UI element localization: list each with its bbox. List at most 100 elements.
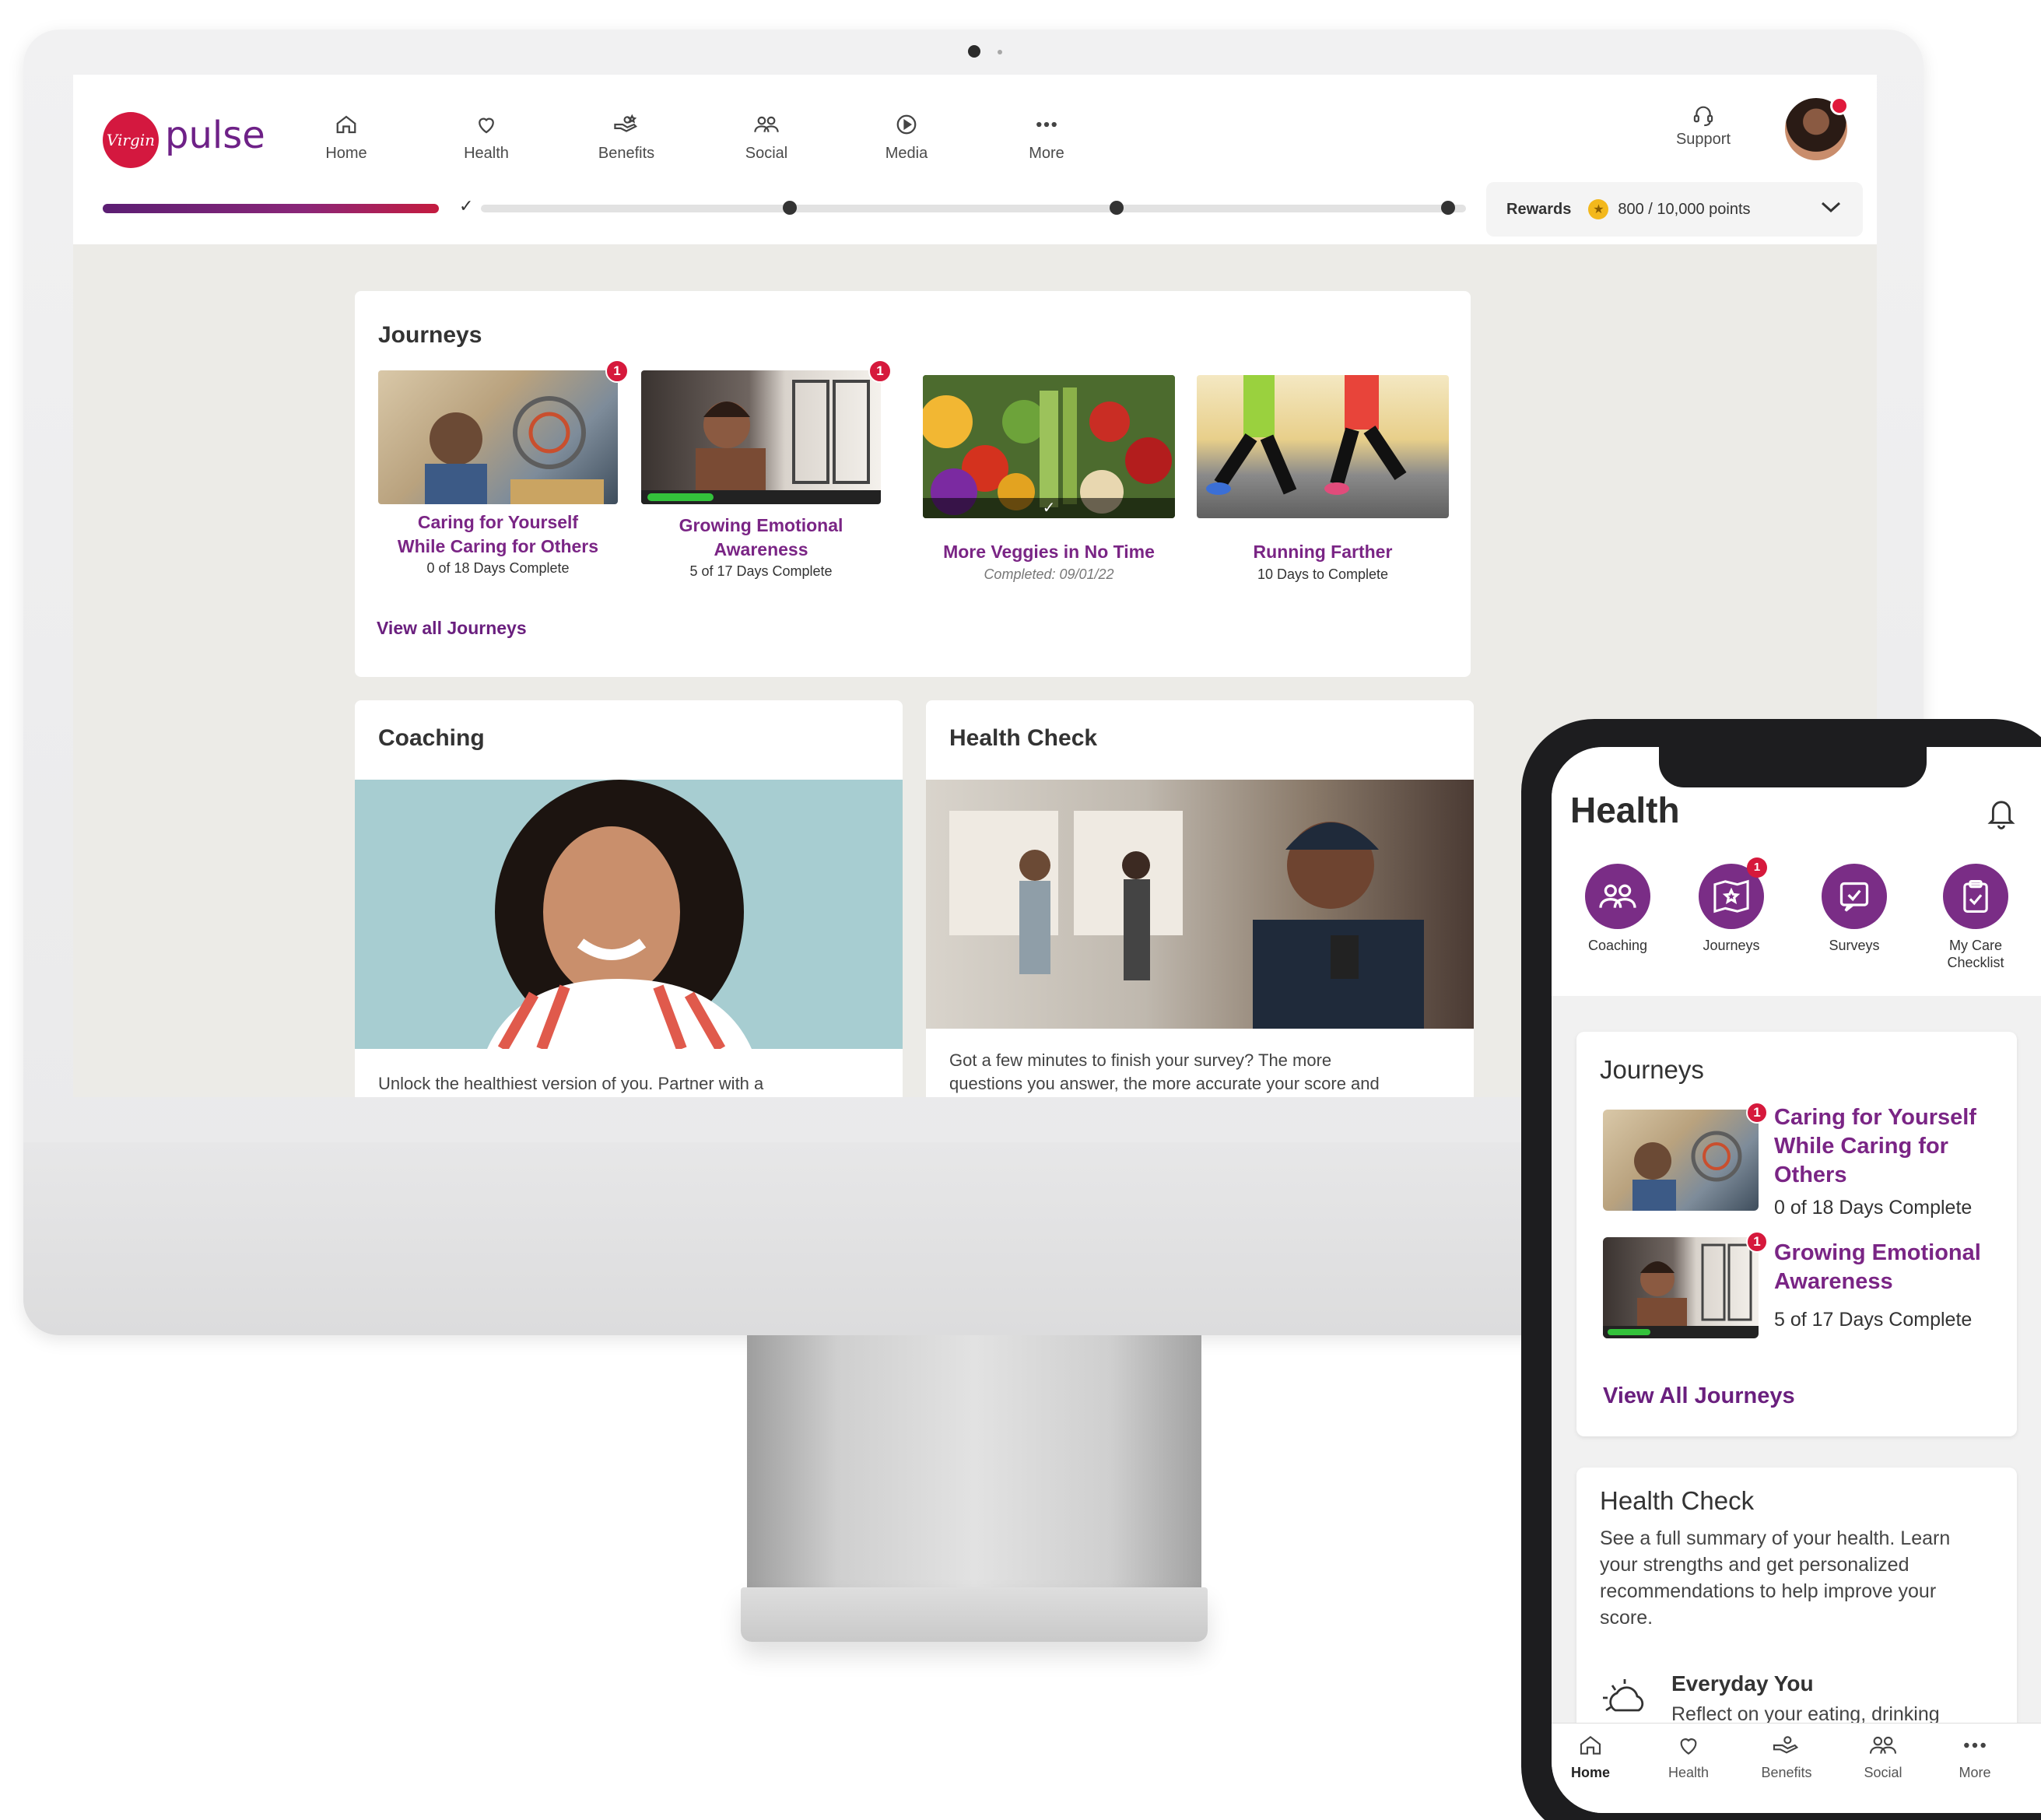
journey-progress-fill xyxy=(1608,1329,1650,1335)
phone-screen: Health Coaching 1 Journeys Surveys My Ca… xyxy=(1552,747,2041,1813)
nav-item-media[interactable]: Media xyxy=(848,109,965,163)
more-dots-icon xyxy=(1936,1733,2014,1762)
journey-image-veggies[interactable]: ✓ xyxy=(923,375,1175,518)
journey-title[interactable]: Caring for Yourself While Caring for Oth… xyxy=(1774,1103,2008,1190)
coaching-card: Coaching Unlock the healthiest version o… xyxy=(355,700,903,1097)
camera-icon xyxy=(968,45,980,58)
journey-title[interactable]: Growing Emotional Awareness xyxy=(626,514,896,562)
notification-badge: 1 xyxy=(1746,1102,1768,1124)
health-check-title: Health Check xyxy=(949,725,1098,751)
tab-more[interactable]: More xyxy=(1936,1733,2014,1781)
journey-map-icon: 1 xyxy=(1699,857,1767,929)
phone-health-check-card: Health Check See a full summary of your … xyxy=(1576,1468,2017,1763)
tab-home[interactable]: Home xyxy=(1552,1733,1629,1781)
everyday-you-title[interactable]: Everyday You xyxy=(1671,1671,1814,1696)
journey-status: 0 of 18 Days Complete xyxy=(1774,1197,1973,1219)
category-surveys[interactable]: Surveys xyxy=(1804,864,1905,954)
milestone-progress-track xyxy=(481,205,1466,212)
view-all-journeys-link[interactable]: View all Journeys xyxy=(377,618,527,639)
journey-image-caring[interactable] xyxy=(1603,1110,1759,1211)
rewards-points: 800 / 10,000 points xyxy=(1618,200,1751,218)
play-icon xyxy=(848,109,965,140)
nav-item-social[interactable]: Social xyxy=(708,109,825,163)
nav-item-home[interactable]: Home xyxy=(288,109,405,163)
people-icon xyxy=(708,109,825,140)
home-icon xyxy=(1552,1733,1629,1762)
nav-item-benefits[interactable]: Benefits xyxy=(568,109,685,163)
journeys-card: Journeys 1 Caring for Yourself While Car… xyxy=(355,291,1471,677)
headset-icon xyxy=(1661,103,1746,131)
coaching-icon xyxy=(1585,864,1650,929)
category-my-care-checklist[interactable]: My Care Checklist xyxy=(1925,864,2026,971)
tab-social[interactable]: Social xyxy=(1844,1733,1922,1781)
monitor-stand-foot xyxy=(741,1587,1208,1642)
virgin-logo-icon[interactable]: Virgin xyxy=(103,112,159,168)
check-icon: ✓ xyxy=(923,498,1175,518)
health-check-heading: Health Check xyxy=(1600,1486,1755,1515)
health-check-image[interactable] xyxy=(926,780,1474,1029)
tab-benefits[interactable]: Benefits xyxy=(1748,1733,1825,1781)
journey-status: Completed: 09/01/22 xyxy=(984,566,1114,582)
journeys-title: Journeys xyxy=(378,322,482,348)
journey-title[interactable]: Caring for Yourself While Caring for Oth… xyxy=(363,510,633,559)
rewards-dropdown[interactable]: Rewards ★ 800 / 10,000 points xyxy=(1486,182,1863,237)
health-check-description: Got a few minutes to finish your survey?… xyxy=(949,1050,1380,1093)
health-categories: Coaching 1 Journeys Surveys My Care Chec… xyxy=(1552,848,2041,996)
brand-name: pulse xyxy=(165,114,265,157)
hand-coins-icon xyxy=(1748,1733,1825,1762)
survey-icon xyxy=(1822,864,1887,929)
journey-status: 5 of 17 Days Complete xyxy=(1774,1309,1973,1331)
health-check-card: Health Check Got a few minutes to finish… xyxy=(926,700,1474,1097)
people-icon xyxy=(1844,1733,1922,1762)
journey-image-running[interactable] xyxy=(1197,375,1449,518)
star-icon: ★ xyxy=(1588,199,1609,219)
home-icon xyxy=(288,109,405,140)
phone-journeys-card: Journeys 1 Caring for Yourself While Car… xyxy=(1576,1032,2017,1436)
marketing-scene: Virgin pulse Home Health Benefits Social… xyxy=(0,0,2041,1820)
journey-image-emotional[interactable] xyxy=(1603,1237,1759,1338)
journey-status: 10 Days to Complete xyxy=(1257,566,1389,582)
health-check-description: See a full summary of your health. Learn… xyxy=(1600,1527,1951,1629)
support-button[interactable]: Support xyxy=(1661,103,1746,149)
page-title: Health xyxy=(1570,790,1680,830)
journey-status: 5 of 17 Days Complete xyxy=(689,563,833,579)
heart-icon xyxy=(1650,1733,1727,1762)
phone-notch xyxy=(1659,747,1927,787)
tab-health[interactable]: Health xyxy=(1650,1733,1727,1781)
journeys-heading: Journeys xyxy=(1600,1055,1704,1084)
milestone-progress-fill xyxy=(103,204,439,213)
notification-badge: 1 xyxy=(1747,857,1767,878)
journey-status: 0 of 18 Days Complete xyxy=(426,560,570,576)
monitor-stand xyxy=(747,1335,1201,1587)
hand-coins-icon xyxy=(568,109,685,140)
journey-title[interactable]: Growing Emotional Awareness xyxy=(1774,1239,2008,1296)
rewards-label: Rewards xyxy=(1506,200,1572,218)
journey-title[interactable]: More Veggies in No Time xyxy=(910,540,1187,564)
journey-image-caring[interactable] xyxy=(378,370,618,504)
nav-item-more[interactable]: More xyxy=(988,109,1105,163)
bell-icon[interactable] xyxy=(1984,795,2018,835)
notification-badge: 1 xyxy=(1746,1231,1768,1253)
coaching-title: Coaching xyxy=(378,725,485,751)
milestone-dot xyxy=(1110,201,1124,215)
nav-item-health[interactable]: Health xyxy=(428,109,545,163)
top-navigation: Virgin pulse Home Health Benefits Social… xyxy=(73,75,1877,244)
view-all-journeys-link[interactable]: View All Journeys xyxy=(1603,1383,1795,1409)
coaching-image[interactable] xyxy=(355,780,903,1052)
milestone-dot xyxy=(1441,201,1455,215)
notification-badge: 1 xyxy=(605,359,629,383)
check-icon: ✓ xyxy=(459,196,474,216)
category-journeys[interactable]: 1 Journeys xyxy=(1681,857,1782,954)
category-coaching[interactable]: Coaching xyxy=(1567,864,1668,954)
journey-image-emotional[interactable] xyxy=(641,370,881,504)
more-dots-icon xyxy=(988,109,1105,140)
checklist-icon xyxy=(1943,864,2008,929)
coaching-description: Unlock the healthiest version of you. Pa… xyxy=(378,1074,764,1093)
chevron-down-icon xyxy=(1819,199,1843,219)
heart-icon xyxy=(428,109,545,140)
milestone-dot xyxy=(783,201,797,215)
notification-dot xyxy=(1830,96,1849,115)
camera-sensor xyxy=(998,50,1002,54)
journey-progress-fill xyxy=(647,493,714,501)
journey-title[interactable]: Running Farther xyxy=(1184,540,1461,564)
